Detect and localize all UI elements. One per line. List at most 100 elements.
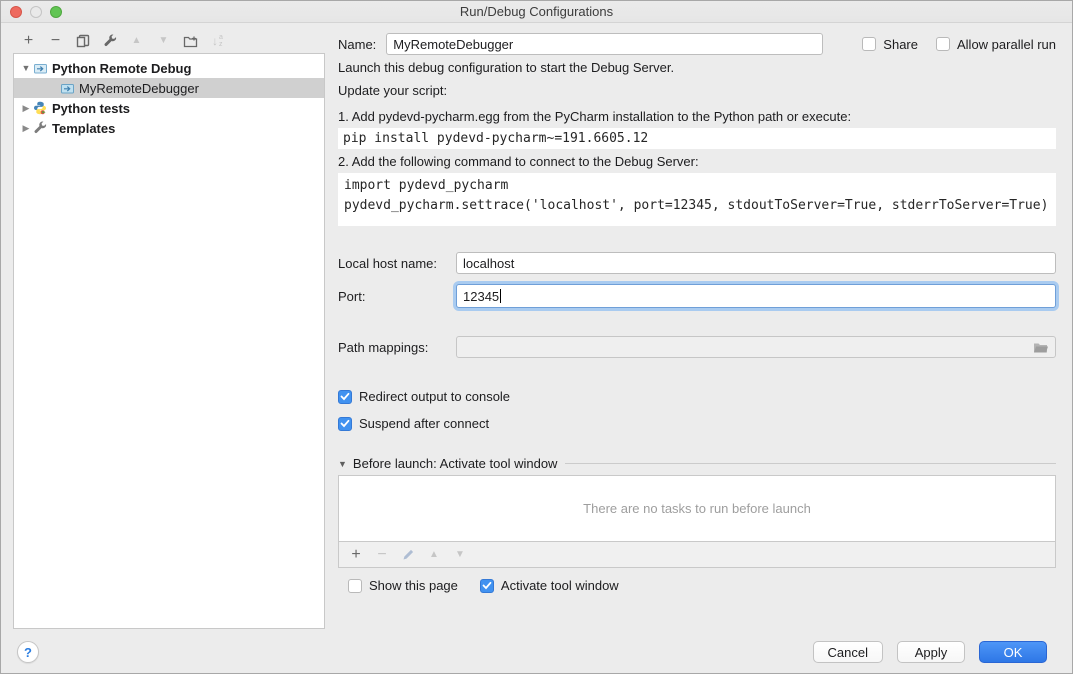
tree-item-label: MyRemoteDebugger [79, 81, 199, 96]
add-configuration-button[interactable]: + [15, 30, 42, 52]
text-caret [500, 289, 501, 303]
add-task-button[interactable]: + [343, 545, 369, 565]
pencil-icon [402, 548, 415, 561]
suspend-after-connect-checkbox[interactable] [338, 417, 352, 431]
port-input[interactable]: 12345 [456, 284, 1056, 308]
new-folder-button[interactable] [177, 30, 204, 52]
suspend-after-connect-row: Suspend after connect [338, 416, 1056, 431]
local-host-label: Local host name: [338, 256, 456, 271]
name-row: Name: Share Allow parallel run [338, 32, 1056, 56]
browse-folder-button[interactable] [1032, 339, 1050, 355]
port-label: Port: [338, 289, 456, 304]
triangle-up-icon: ▲ [429, 550, 439, 560]
plus-icon: + [351, 547, 360, 563]
minimize-button[interactable] [30, 6, 42, 18]
share-checkbox-row: Share [862, 37, 918, 52]
redirect-output-checkbox[interactable] [338, 390, 352, 404]
redirect-output-label: Redirect output to console [359, 389, 510, 404]
redirect-output-row: Redirect output to console [338, 389, 1056, 404]
activate-tool-window-checkbox[interactable] [480, 579, 494, 593]
before-launch-title: Before launch: Activate tool window [353, 456, 558, 471]
run-debug-configurations-dialog: Run/Debug Configurations + − ▲ ▼ ↓ az ▼ [0, 0, 1073, 674]
code-snippet: import pydevd_pycharm pydevd_pycharm.set… [338, 173, 1056, 226]
folder-plus-icon [183, 34, 198, 48]
pip-command: pip install pydevd-pycharm~=191.6605.12 [338, 128, 1056, 149]
expander-icon[interactable]: ▼ [20, 63, 32, 73]
expander-icon[interactable]: ▶ [20, 103, 32, 114]
local-host-input[interactable] [456, 252, 1056, 274]
minus-icon: − [377, 547, 386, 563]
python-tests-icon [32, 101, 48, 115]
copy-configuration-button[interactable] [69, 30, 96, 52]
allow-parallel-row: Allow parallel run [936, 37, 1056, 52]
show-this-page-row: Show this page [348, 578, 458, 593]
move-up-button[interactable]: ▲ [123, 30, 150, 52]
code-line-2: pydevd_pycharm.settrace('localhost', por… [344, 196, 1050, 216]
before-launch-task-list: There are no tasks to run before launch [338, 475, 1056, 542]
apply-button[interactable]: Apply [897, 641, 965, 663]
path-mappings-label: Path mappings: [338, 340, 456, 355]
description-line-1: Launch this debug configuration to start… [338, 60, 1056, 75]
question-mark-icon: ? [24, 645, 32, 660]
empty-tasks-text: There are no tasks to run before launch [583, 501, 811, 516]
run-config-icon [32, 61, 48, 75]
dialog-buttons: Cancel Apply OK [813, 641, 1047, 663]
ok-button[interactable]: OK [979, 641, 1047, 663]
step-2-text: 2. Add the following command to connect … [338, 154, 1056, 169]
move-task-up-button[interactable]: ▲ [421, 545, 447, 565]
plus-icon: + [24, 33, 33, 49]
description-line-2: Update your script: [338, 83, 1056, 98]
tree-item-python-remote-debug[interactable]: ▼ Python Remote Debug [14, 58, 324, 78]
code-line-1: import pydevd_pycharm [344, 176, 1050, 196]
sort-az-icon: ↓ az [212, 34, 223, 48]
copy-icon [76, 34, 90, 48]
tree-item-myremotedebugger[interactable]: MyRemoteDebugger [14, 78, 324, 98]
check-icon [340, 419, 350, 428]
port-value: 12345 [463, 289, 499, 304]
header-divider [565, 463, 1056, 464]
check-icon [340, 392, 350, 401]
collapse-triangle-icon: ▼ [338, 459, 347, 469]
allow-parallel-checkbox[interactable] [936, 37, 950, 51]
check-icon [482, 581, 492, 590]
show-this-page-label: Show this page [369, 578, 458, 593]
edit-templates-button[interactable] [96, 30, 123, 52]
minus-icon: − [51, 33, 60, 49]
help-button[interactable]: ? [17, 641, 39, 663]
tree-item-label: Python tests [52, 101, 130, 116]
suspend-after-connect-label: Suspend after connect [359, 416, 489, 431]
name-input[interactable] [386, 33, 823, 55]
name-label: Name: [338, 37, 376, 52]
step-1-text: 1. Add pydevd-pycharm.egg from the PyCha… [338, 109, 1056, 124]
activate-tool-window-row: Activate tool window [480, 578, 619, 593]
triangle-up-icon: ▲ [132, 36, 142, 46]
close-button[interactable] [10, 6, 22, 18]
remove-configuration-button[interactable]: − [42, 30, 69, 52]
configurations-toolbar: + − ▲ ▼ ↓ az [15, 30, 231, 52]
expander-icon[interactable]: ▶ [20, 123, 32, 134]
before-launch-header[interactable]: ▼ Before launch: Activate tool window [338, 456, 1056, 471]
cancel-button[interactable]: Cancel [813, 641, 883, 663]
local-host-row: Local host name: [338, 251, 1056, 275]
move-down-button[interactable]: ▼ [150, 30, 177, 52]
tree-item-label: Templates [52, 121, 115, 136]
sort-configurations-button[interactable]: ↓ az [204, 30, 231, 52]
path-mappings-input[interactable] [456, 336, 1056, 358]
show-this-page-checkbox[interactable] [348, 579, 362, 593]
tree-item-templates[interactable]: ▶ Templates [14, 118, 324, 138]
remove-task-button[interactable]: − [369, 545, 395, 565]
wrench-icon [103, 34, 117, 48]
zoom-button[interactable] [50, 6, 62, 18]
footer-options: Show this page Activate tool window [348, 578, 1056, 593]
title-bar: Run/Debug Configurations [1, 1, 1072, 23]
wrench-icon [32, 121, 48, 135]
move-task-down-button[interactable]: ▼ [447, 545, 473, 565]
run-config-icon [59, 81, 75, 95]
triangle-down-icon: ▼ [455, 550, 465, 560]
path-mappings-row: Path mappings: [338, 335, 1056, 359]
allow-parallel-label: Allow parallel run [957, 37, 1056, 52]
share-checkbox[interactable] [862, 37, 876, 51]
edit-task-button[interactable] [395, 545, 421, 565]
tree-item-python-tests[interactable]: ▶ Python tests [14, 98, 324, 118]
port-row: Port: 12345 [338, 282, 1056, 310]
